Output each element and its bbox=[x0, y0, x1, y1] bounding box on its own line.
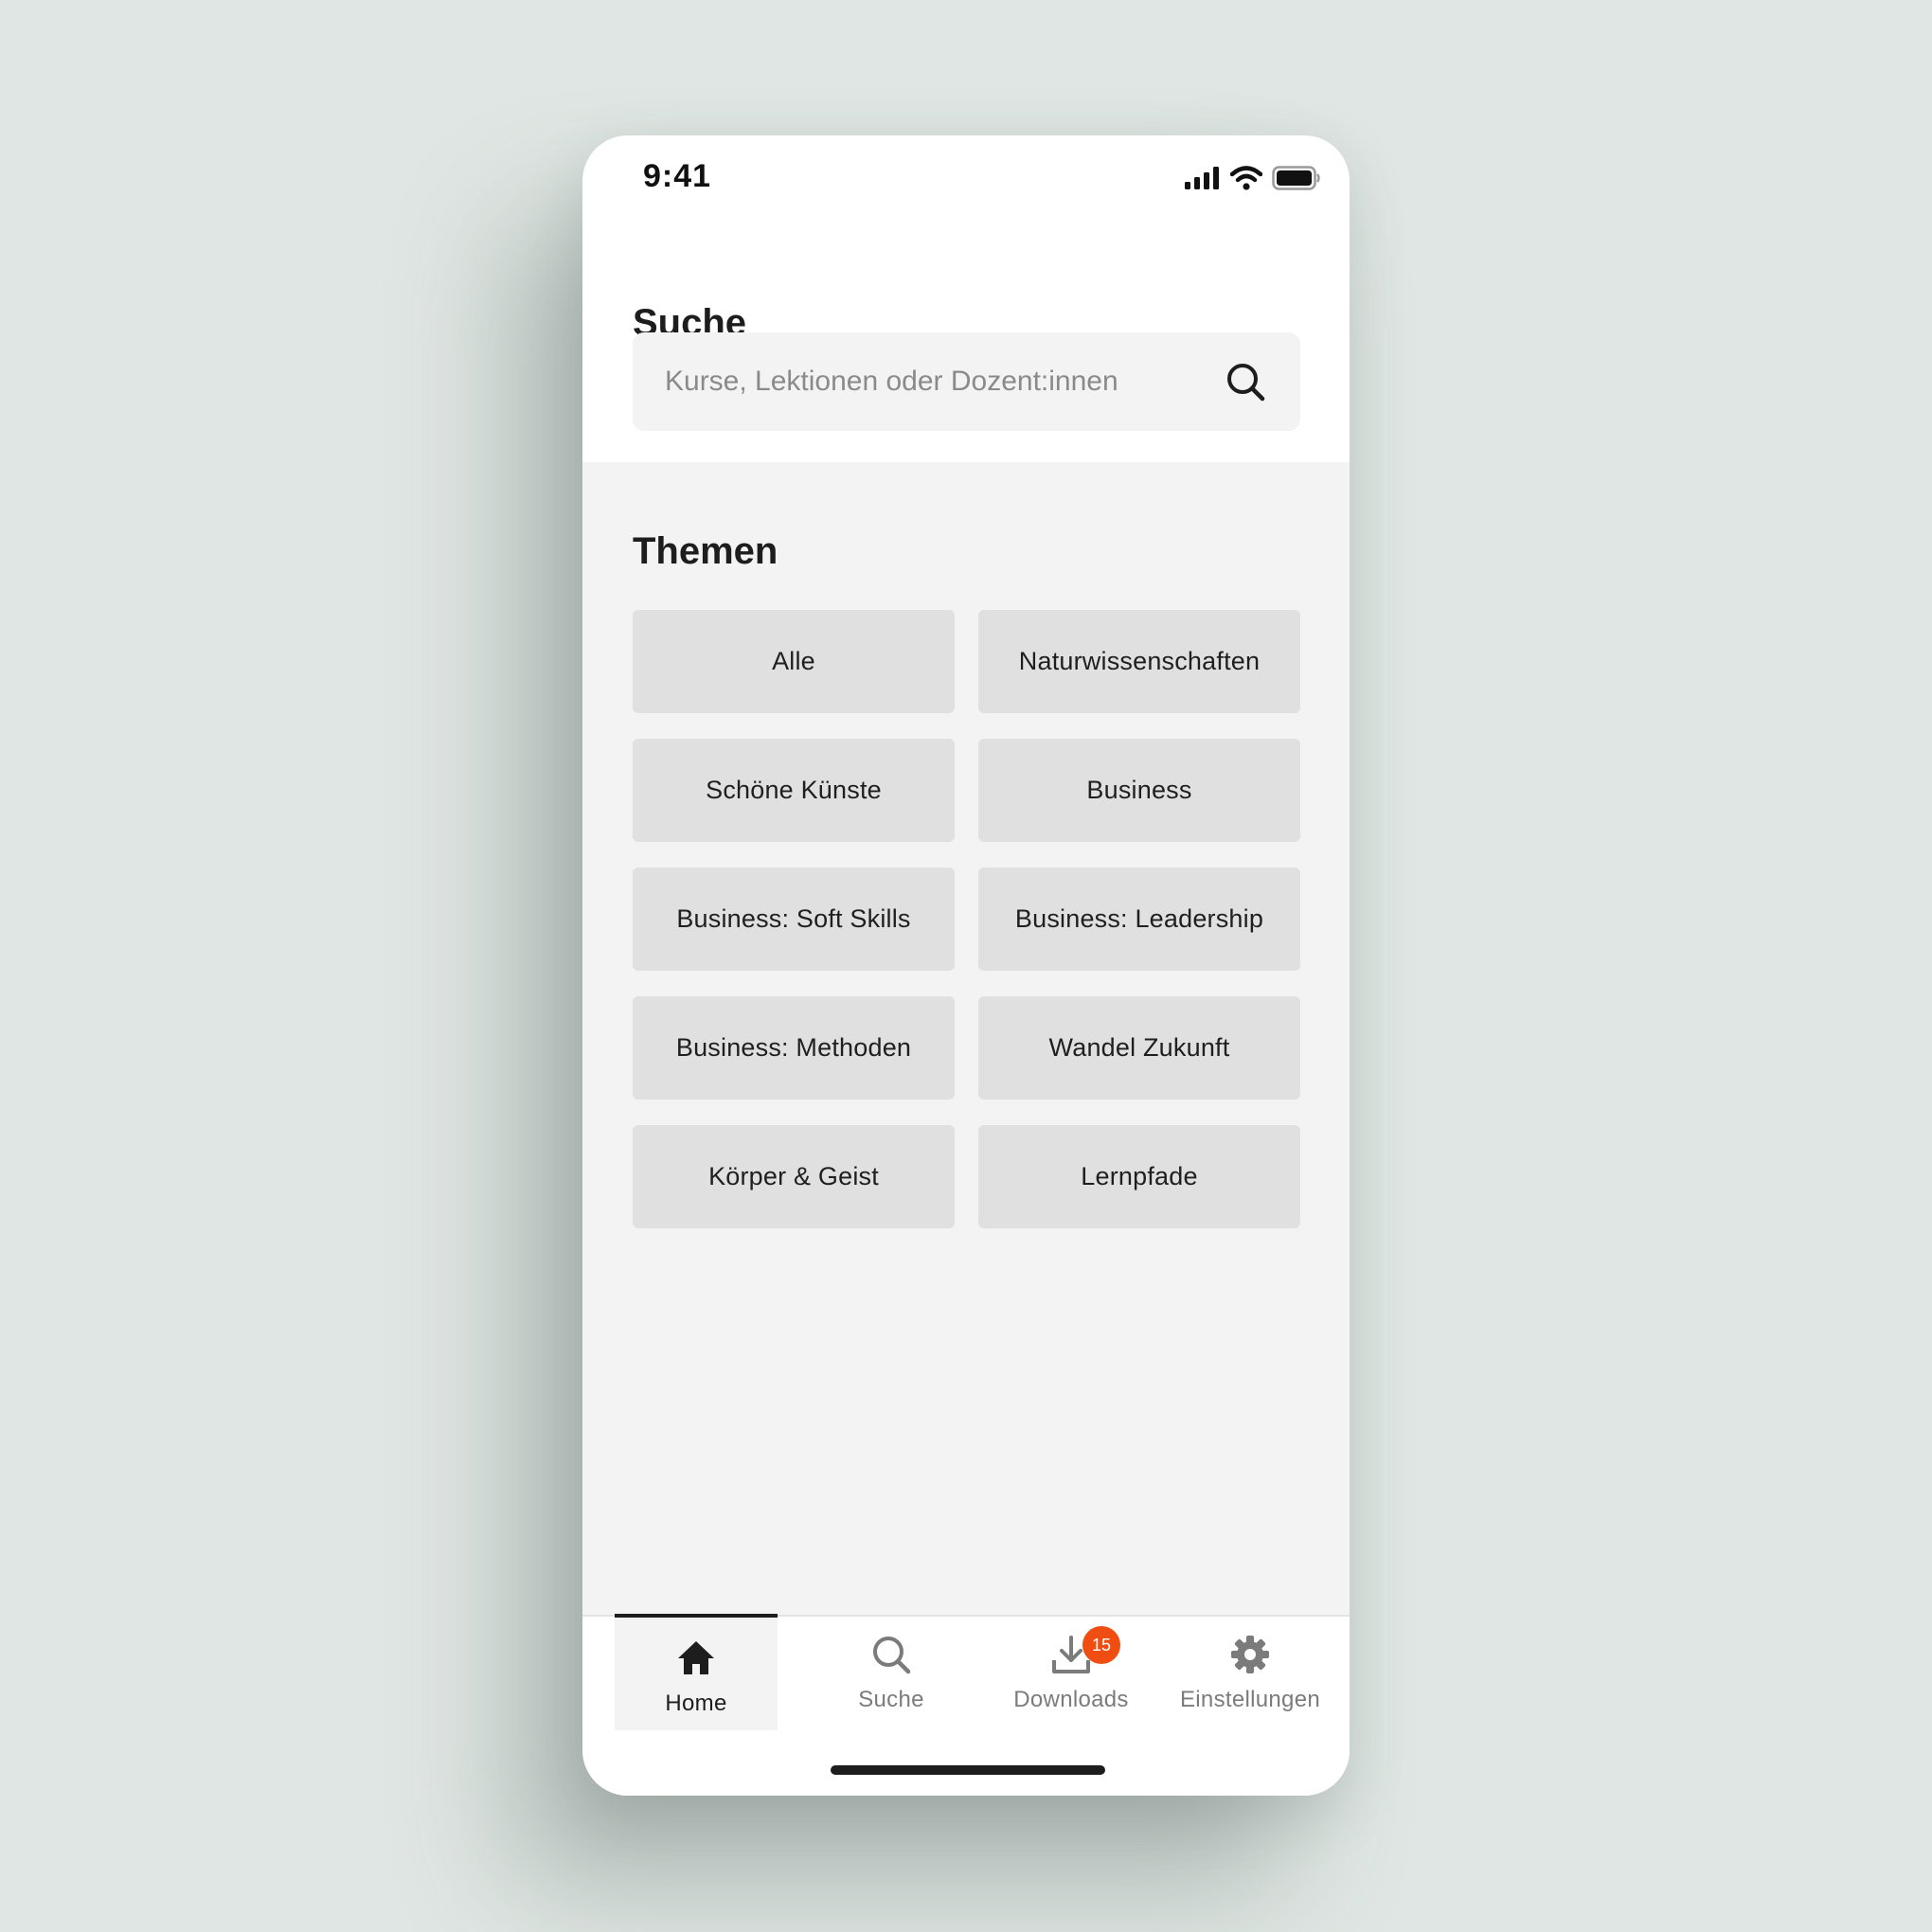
nav-item-home[interactable]: Home bbox=[615, 1614, 778, 1730]
nav-item-suche[interactable]: Suche bbox=[810, 1617, 973, 1729]
status-bar: 9:41 bbox=[582, 135, 1350, 221]
topic-alle[interactable]: Alle bbox=[633, 610, 955, 713]
search-field-wrapper bbox=[633, 332, 1300, 431]
topic-schoene-kuenste[interactable]: Schöne Künste bbox=[633, 739, 955, 842]
topic-business-soft-skills[interactable]: Business: Soft Skills bbox=[633, 868, 955, 971]
home-icon bbox=[678, 1641, 714, 1674]
downloads-count-badge: 15 bbox=[1082, 1626, 1120, 1664]
nav-item-downloads[interactable]: 15 Downloads bbox=[990, 1617, 1153, 1729]
search-icon[interactable] bbox=[1225, 361, 1266, 402]
topics-title: Themen bbox=[633, 530, 778, 572]
topic-business-leadership[interactable]: Business: Leadership bbox=[978, 868, 1300, 971]
status-time: 9:41 bbox=[643, 158, 712, 194]
status-icons bbox=[1185, 164, 1321, 192]
topic-lernpfade[interactable]: Lernpfade bbox=[978, 1125, 1300, 1228]
nav-label-downloads: Downloads bbox=[1013, 1687, 1129, 1712]
home-indicator bbox=[831, 1765, 1105, 1775]
nav-label-home: Home bbox=[665, 1690, 727, 1716]
wifi-icon bbox=[1230, 166, 1262, 190]
search-input[interactable] bbox=[665, 332, 1195, 431]
search-icon bbox=[873, 1637, 911, 1674]
topic-business-methoden[interactable]: Business: Methoden bbox=[633, 996, 955, 1100]
topic-koerper-geist[interactable]: Körper & Geist bbox=[633, 1125, 955, 1228]
nav-label-suche: Suche bbox=[858, 1687, 924, 1712]
gear-icon bbox=[1231, 1636, 1269, 1673]
topic-wandel-zukunft[interactable]: Wandel Zukunft bbox=[978, 996, 1300, 1100]
nav-item-einstellungen[interactable]: Einstellungen bbox=[1169, 1617, 1332, 1729]
cellular-signal-icon bbox=[1185, 167, 1219, 189]
battery-icon bbox=[1272, 166, 1320, 190]
topic-business[interactable]: Business bbox=[978, 739, 1300, 842]
topic-naturwissenschaften[interactable]: Naturwissenschaften bbox=[978, 610, 1300, 713]
nav-label-einstellungen: Einstellungen bbox=[1179, 1687, 1320, 1712]
topics-grid: Alle Naturwissenschaften Schöne Künste B… bbox=[633, 610, 1300, 1228]
